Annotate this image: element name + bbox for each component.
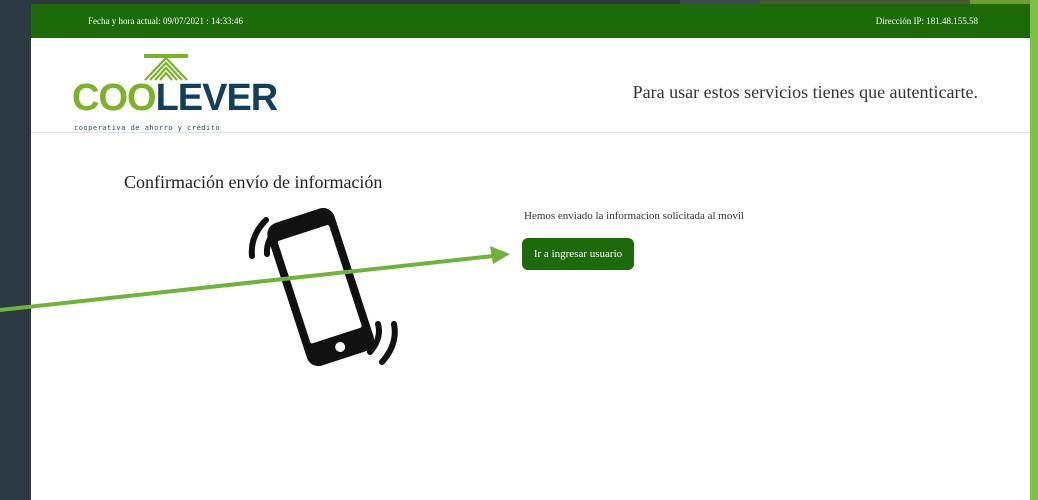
pointer-arrow-annotation <box>0 246 510 312</box>
